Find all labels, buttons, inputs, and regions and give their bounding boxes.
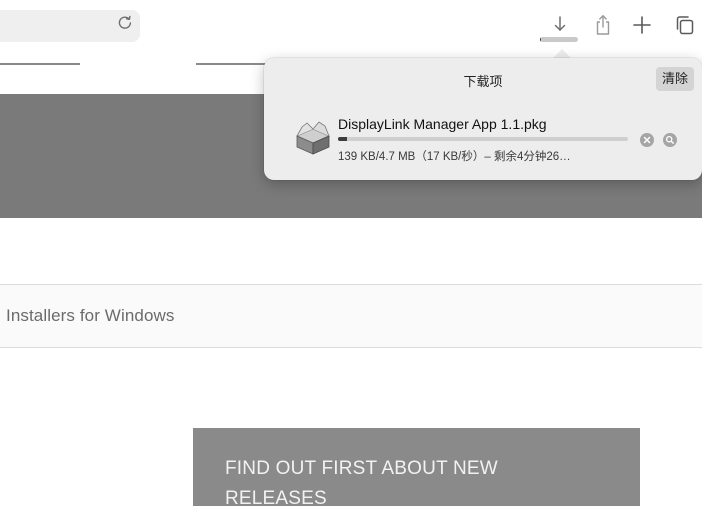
divider-left (0, 63, 80, 65)
divider-right (196, 63, 266, 65)
browser-toolbar (0, 0, 702, 55)
download-progress-bar (338, 137, 628, 141)
tab-overview-icon[interactable] (674, 14, 696, 36)
magnifier-icon (665, 135, 674, 144)
stop-icon (643, 136, 651, 144)
toolbar-download-progress-fill (540, 37, 542, 42)
newsletter-text: FIND OUT FIRST ABOUT NEW RELEASES (225, 458, 498, 506)
newsletter-signup[interactable]: FIND OUT FIRST ABOUT NEW RELEASES (193, 428, 640, 506)
download-file-name[interactable]: DisplayLink Manager App 1.1.pkg (338, 116, 547, 132)
reveal-in-finder-button[interactable] (663, 133, 677, 147)
browser-window: Installers for Windows FIND OUT FIRST AB… (0, 0, 702, 506)
package-icon (296, 121, 330, 155)
downloads-popover: 下载项 清除 DisplayLink Manager App 1.1.pkg 1… (264, 58, 702, 180)
share-icon[interactable] (592, 14, 614, 36)
download-status: 139 KB/4.7 MB（17 KB/秒）– 剩余4分钟26… (338, 151, 571, 163)
download-icon[interactable] (549, 14, 571, 36)
stop-download-button[interactable] (640, 133, 654, 147)
clear-button[interactable]: 清除 (655, 67, 694, 91)
installers-title[interactable]: Installers for Windows (6, 306, 174, 326)
download-progress-fill (338, 137, 347, 141)
installers-section[interactable]: Installers for Windows (0, 284, 702, 348)
new-tab-icon[interactable] (631, 14, 653, 36)
toolbar-download-progress (540, 37, 578, 42)
reload-icon[interactable] (116, 13, 134, 31)
popover-title: 下载项 (463, 74, 503, 89)
